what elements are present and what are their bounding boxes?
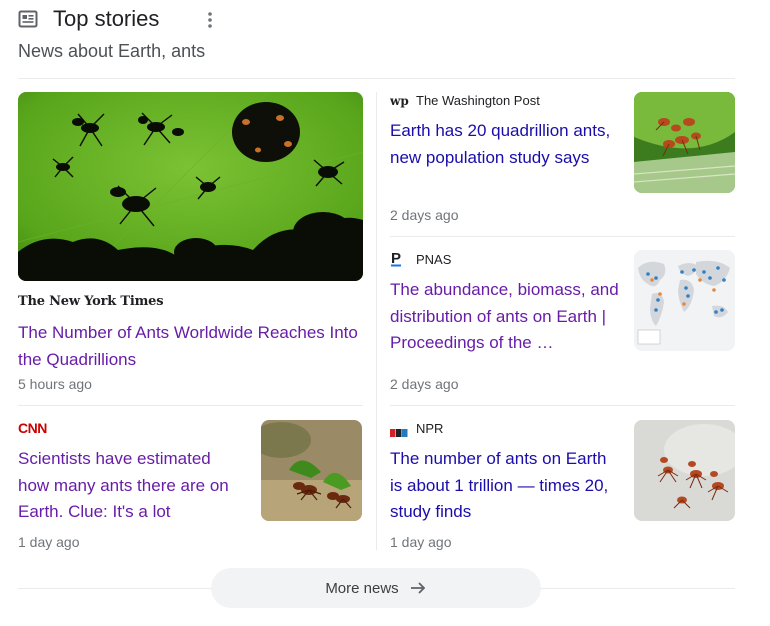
source-logo-washington-post: wp (389, 93, 410, 109)
story-image-ant-leaf[interactable] (18, 92, 363, 281)
story-headline-washington-post[interactable]: Earth has 20 quadrillion ants, new popul… (390, 118, 615, 171)
story-headline-npr[interactable]: The number of ants on Earth is about 1 t… (390, 446, 615, 526)
story-time-pnas: 2 days ago (390, 376, 459, 392)
top-stories-icon (18, 9, 38, 29)
row-divider (18, 405, 363, 406)
header-divider (18, 78, 735, 79)
page-title: Top stories (53, 6, 160, 31)
story-time-nyt: 5 hours ago (18, 376, 92, 392)
story-headline-pnas[interactable]: The abundance, biomass, and distribution… (390, 277, 625, 357)
story-time-cnn: 1 day ago (18, 534, 80, 550)
story-headline-cnn[interactable]: Scientists have estimated how many ants … (18, 446, 243, 526)
row-divider (390, 236, 735, 237)
more-news-label: More news (325, 579, 399, 597)
story-time-npr: 1 day ago (390, 534, 452, 550)
more-news-button[interactable]: More news (211, 568, 541, 608)
source-logo-pnas: P (390, 249, 406, 267)
svg-text:CNN: CNN (18, 420, 47, 435)
arrow-right-icon (409, 579, 427, 597)
svg-text:wp: wp (390, 94, 409, 108)
story-source-pnas: PNAS (416, 252, 452, 267)
story-image-ants-soil[interactable] (261, 420, 362, 521)
story-image-world-map[interactable] (634, 250, 735, 351)
source-logo-npr (390, 424, 408, 437)
row-divider (390, 405, 735, 406)
story-image-red-ants[interactable] (634, 420, 735, 521)
story-image-ants-leaf-closeup[interactable] (634, 92, 735, 193)
column-divider (376, 92, 377, 550)
story-source-washington-post: The Washington Post (416, 93, 540, 108)
source-logo-cnn: CNN (18, 420, 48, 436)
svg-text:P: P (391, 250, 401, 267)
story-time-washington-post: 2 days ago (390, 207, 459, 223)
source-logo-nyt: The New York Times (18, 294, 164, 309)
story-source-npr: NPR (416, 421, 444, 436)
page-subtitle: News about Earth, ants (18, 41, 206, 61)
more-options-icon[interactable] (204, 10, 216, 30)
story-headline-nyt[interactable]: The Number of Ants Worldwide Reaches Int… (18, 320, 358, 373)
